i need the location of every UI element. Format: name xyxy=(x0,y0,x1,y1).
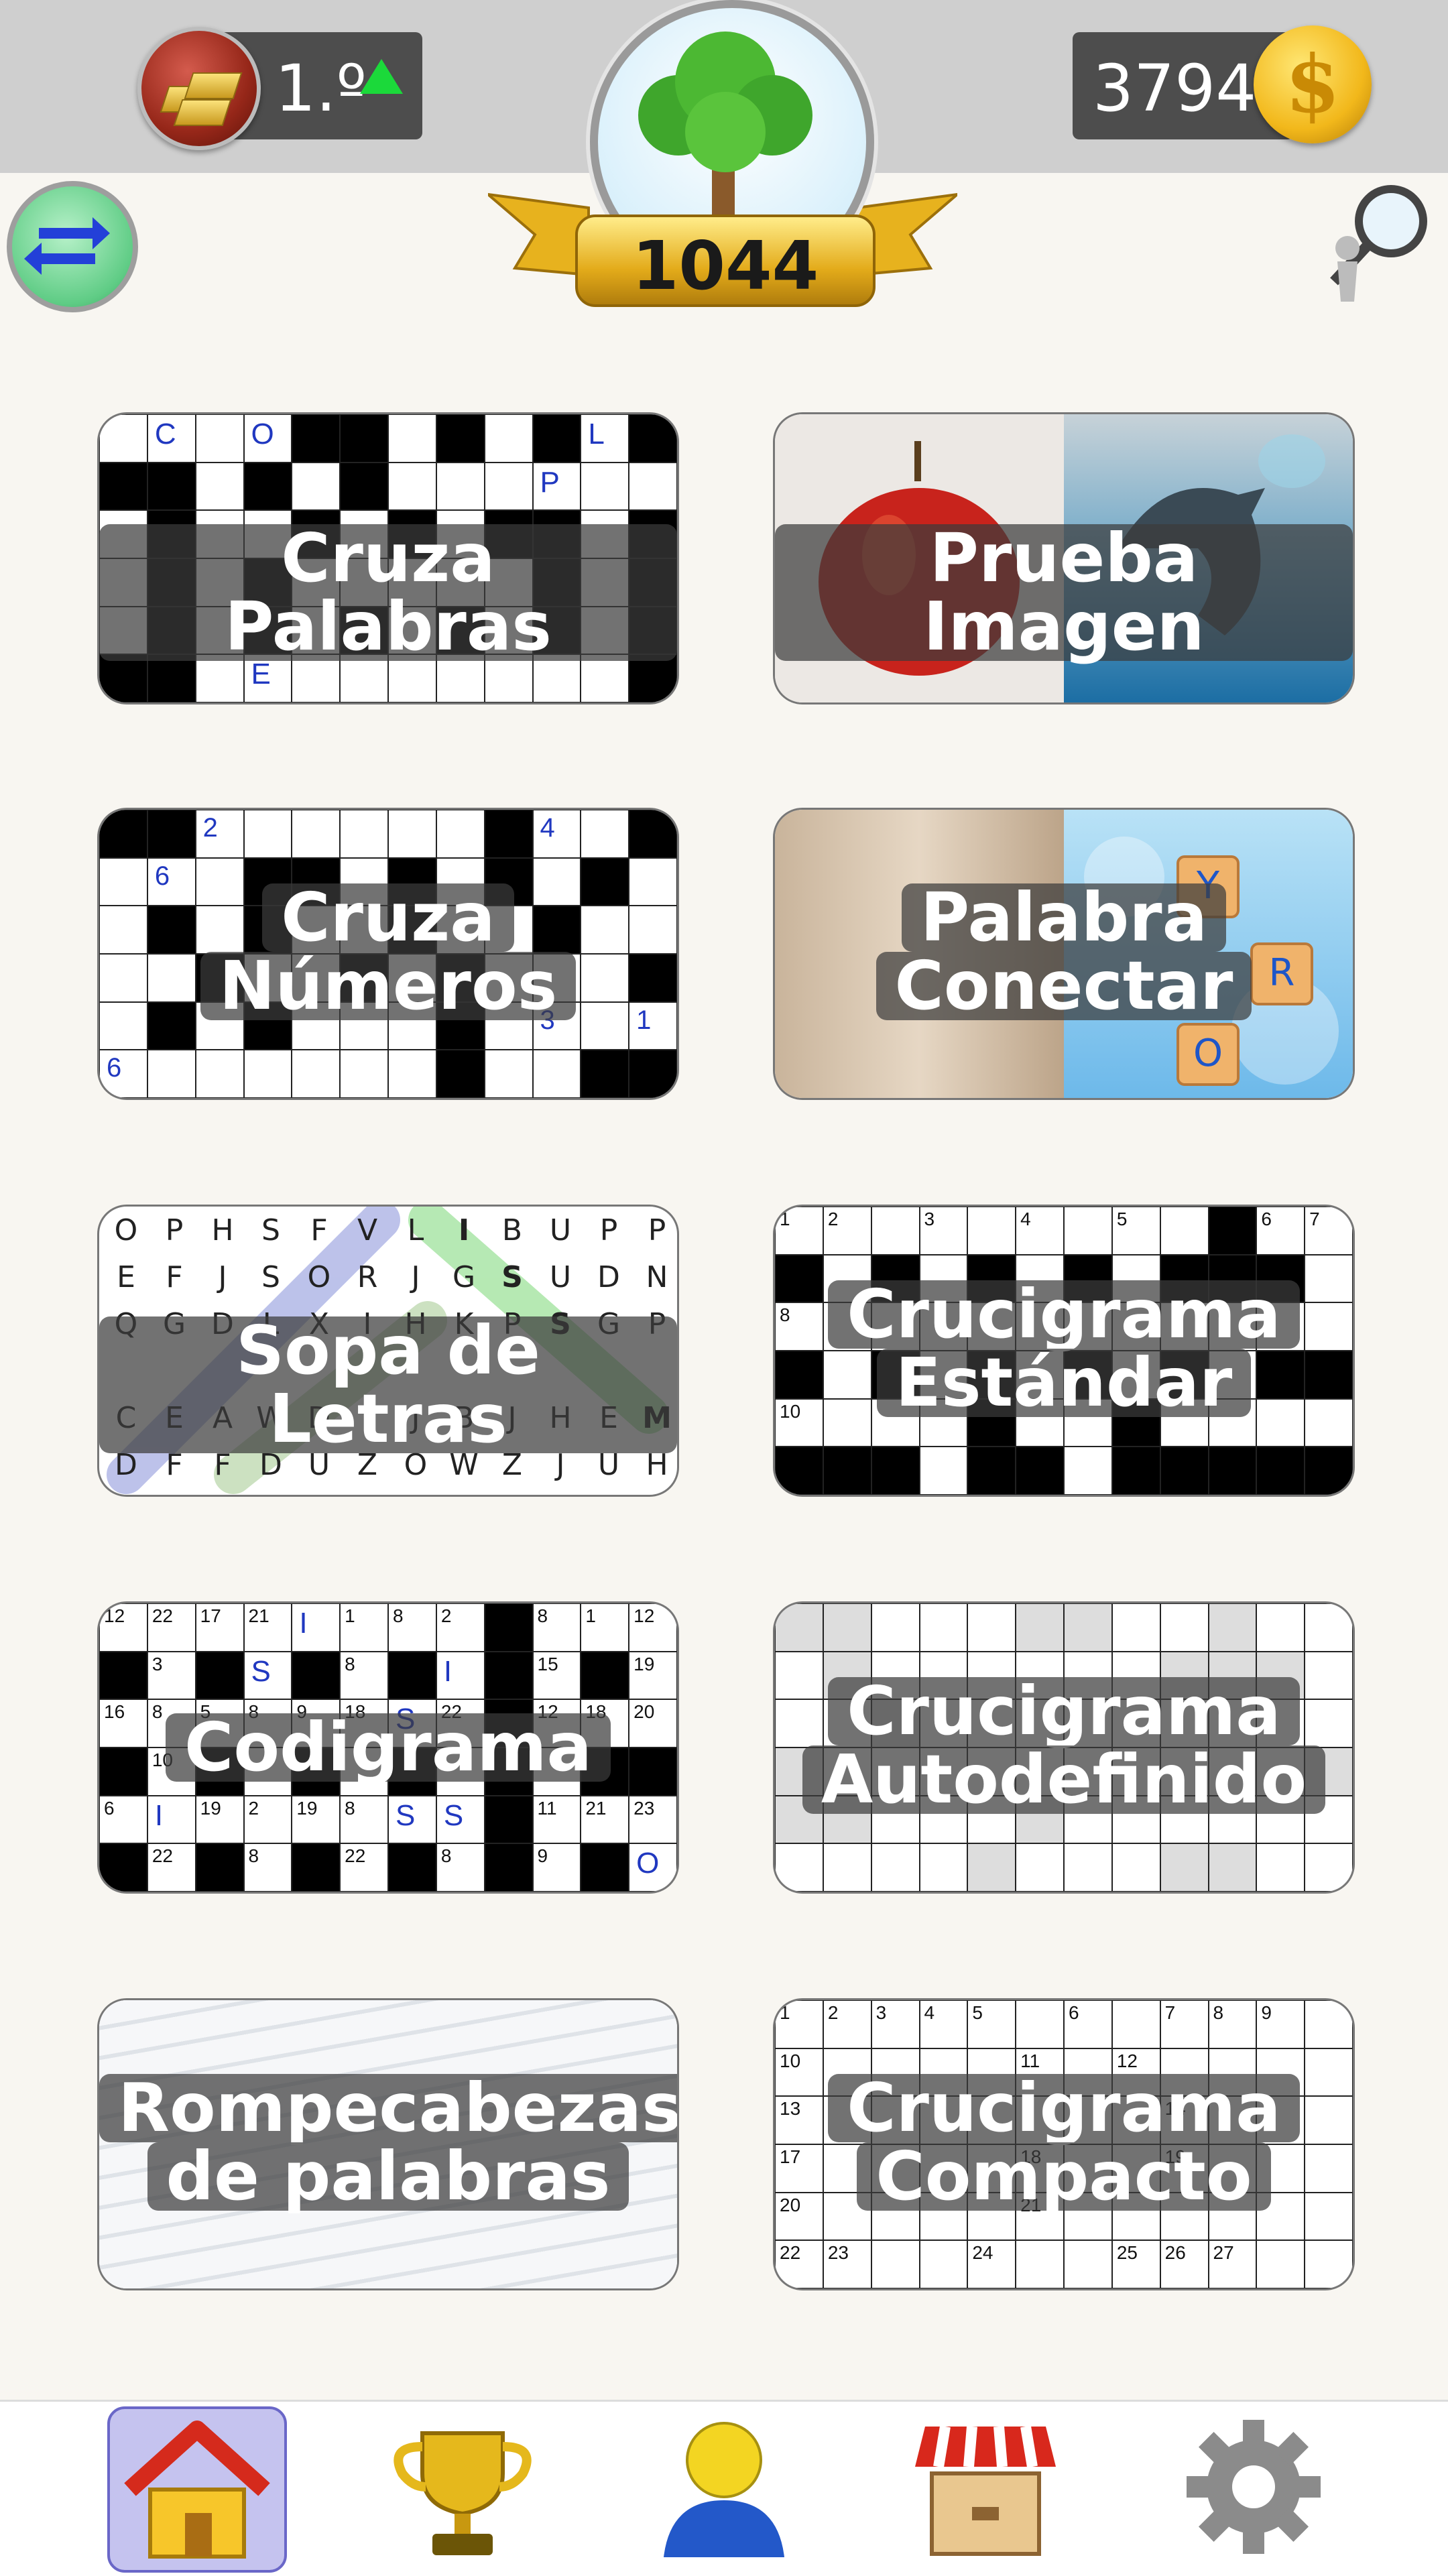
game-card-crucigrama-estandar[interactable]: 1234567 8 10 Crucigrama Estándar xyxy=(773,1205,1355,1497)
game-card-cruza-palabras[interactable]: COL P E Cruza Palabras xyxy=(97,412,679,704)
svg-text:H: H xyxy=(211,1213,233,1247)
svg-text:S: S xyxy=(261,1213,280,1247)
up-arrow-icon xyxy=(360,59,403,94)
card-title: Rompecabezas de palabras xyxy=(99,2074,677,2211)
card-title: Prueba Imagen xyxy=(775,524,1353,661)
nav-trophy[interactable] xyxy=(375,2406,550,2567)
search-button[interactable] xyxy=(1307,174,1441,308)
card-title: Crucigrama Autodefinido xyxy=(775,1677,1353,1814)
game-card-prueba-imagen[interactable]: Prueba Imagen xyxy=(773,412,1355,704)
svg-text:O: O xyxy=(308,1260,331,1294)
nav-shop[interactable] xyxy=(898,2406,1073,2567)
game-card-crucigrama-autodefinido[interactable]: Crucigrama Autodefinido xyxy=(773,1601,1355,1894)
profile-icon xyxy=(664,2422,784,2557)
svg-text:P: P xyxy=(600,1213,618,1247)
svg-text:B: B xyxy=(502,1213,522,1247)
svg-text:J: J xyxy=(410,1260,420,1294)
svg-text:G: G xyxy=(452,1260,475,1294)
svg-text:O: O xyxy=(115,1213,138,1247)
game-card-rompecabezas[interactable]: Rompecabezas de palabras xyxy=(97,1998,679,2290)
svg-text:N: N xyxy=(646,1260,668,1294)
svg-text:P: P xyxy=(648,1213,666,1247)
swap-arrows-icon xyxy=(24,217,110,275)
svg-text:U: U xyxy=(550,1260,571,1294)
settings-gear-icon xyxy=(1187,2420,1321,2554)
svg-text:L: L xyxy=(408,1213,424,1247)
game-card-palabra-conectar[interactable]: Y R O Palabra Conectar xyxy=(773,808,1355,1100)
coin-count: 3794 xyxy=(1093,51,1257,126)
svg-text:F: F xyxy=(310,1213,327,1247)
svg-text:U: U xyxy=(550,1213,571,1247)
svg-text:P: P xyxy=(166,1213,184,1247)
svg-text:F: F xyxy=(166,1260,182,1294)
svg-text:J: J xyxy=(217,1260,227,1294)
svg-text:I: I xyxy=(459,1213,469,1247)
svg-text:D: D xyxy=(597,1260,620,1294)
score-banner: 1044 xyxy=(575,214,876,307)
nav-home[interactable] xyxy=(107,2406,287,2573)
gold-bars-medal-icon[interactable] xyxy=(137,27,261,150)
game-card-cruza-numeros[interactable]: 24 6 31 6 Cruza Números xyxy=(97,808,679,1100)
svg-text:V: V xyxy=(357,1213,377,1247)
card-title: Sopa de Letras xyxy=(99,1316,677,1453)
card-title: Crucigrama Compacto xyxy=(775,2074,1353,2211)
nav-settings[interactable] xyxy=(1166,2406,1341,2567)
score-value: 1044 xyxy=(631,227,819,305)
rank-label: 1.º xyxy=(275,51,367,126)
shop-icon xyxy=(915,2425,1056,2556)
card-title: Codigrama xyxy=(99,1713,677,1782)
game-card-sopa-de-letras[interactable]: OPHSFVLIBUPP EFJSORJGSUDN QGDLXIHKPSGP C… xyxy=(97,1205,679,1497)
svg-text:S: S xyxy=(261,1260,280,1294)
game-card-crucigrama-compacto[interactable]: 123456789 101112 1314 171819 2021 222324… xyxy=(773,1998,1355,2290)
svg-text:R: R xyxy=(357,1260,378,1294)
card-title: Crucigrama Estándar xyxy=(775,1280,1353,1417)
card-title: Cruza Números xyxy=(99,883,677,1020)
svg-text:O: O xyxy=(1193,1032,1223,1075)
home-icon xyxy=(124,2420,270,2559)
nav-profile[interactable] xyxy=(637,2406,811,2567)
trophy-icon xyxy=(394,2431,532,2555)
magnifier-person-icon xyxy=(1330,185,1427,302)
svg-text:E: E xyxy=(117,1260,135,1294)
swap-button[interactable] xyxy=(7,181,138,312)
dollar-coin-icon[interactable]: $ xyxy=(1254,25,1372,143)
game-card-codigrama[interactable]: 12221721I1828112 3S8I1519 16858918S22121… xyxy=(97,1601,679,1894)
card-title: Palabra Conectar xyxy=(775,883,1353,1020)
svg-text:S: S xyxy=(501,1260,523,1294)
card-title: Cruza Palabras xyxy=(99,524,677,661)
